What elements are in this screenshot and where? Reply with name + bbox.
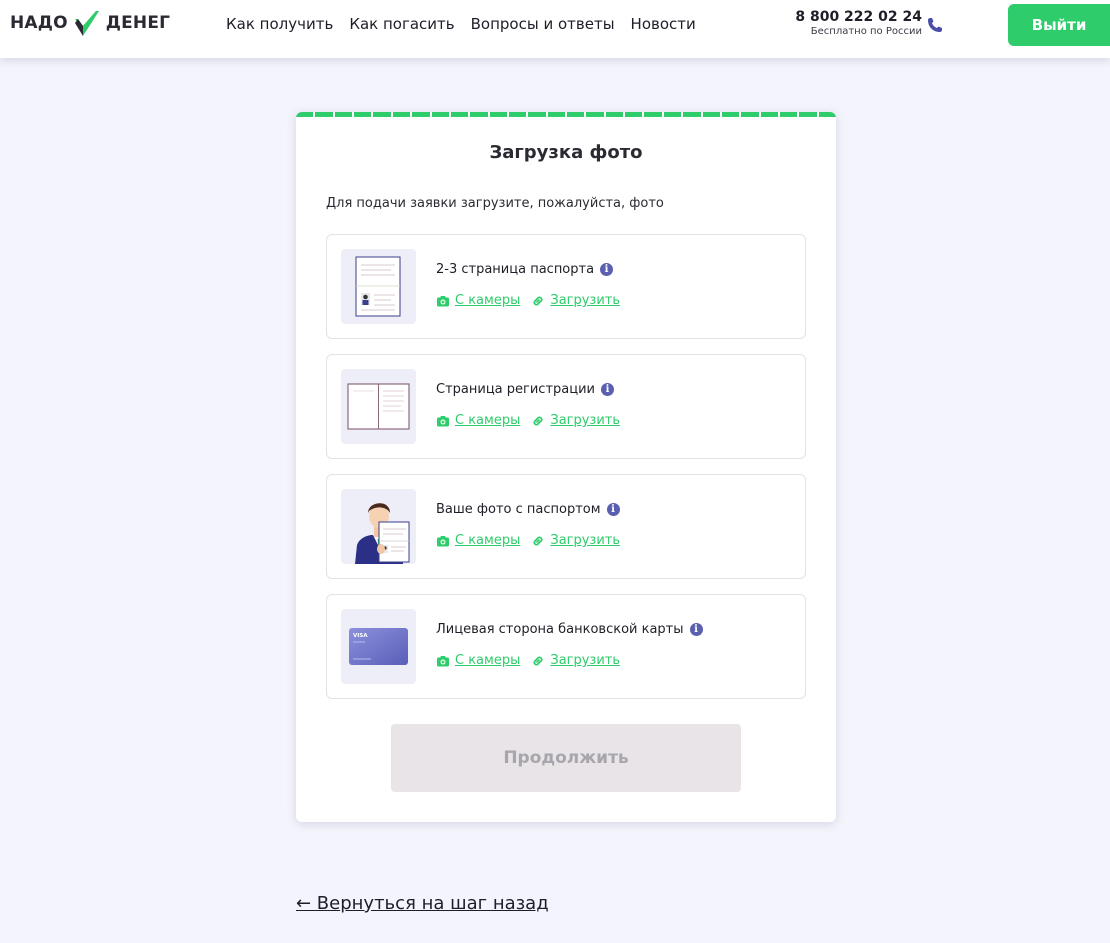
document-registration: Страница регистрации i С камеры Загрузит… (326, 354, 806, 459)
camera-link-text: С камеры (455, 293, 521, 308)
document-actions: С камеры Загрузить (436, 533, 631, 548)
info-icon[interactable]: i (600, 263, 614, 276)
document-label-text: Лицевая сторона банковской карты (436, 622, 684, 637)
info-icon[interactable]: i (606, 503, 620, 516)
camera-link[interactable]: С камеры (436, 293, 520, 308)
logo-text-right: ДЕНЕГ (105, 13, 171, 33)
camera-link-text: С камеры (455, 533, 521, 548)
document-label-text: Страница регистрации (436, 382, 595, 397)
progress-bar (296, 112, 836, 117)
page-title: Загрузка фото (489, 142, 643, 163)
document-label: Страница регистрации i (436, 382, 614, 397)
document-label-text: Ваше фото с паспортом (436, 502, 601, 517)
camera-link[interactable]: С камеры (436, 653, 520, 668)
nav-news[interactable]: Новости (631, 15, 696, 33)
site-header: НАДО ДЕНЕГ Как получить Как погасить Воп… (0, 0, 1110, 58)
document-selfie: Ваше фото с паспортом i С камеры Загрузи… (326, 474, 806, 579)
document-label: Ваше фото с паспортом i (436, 502, 620, 517)
upload-link-text: Загрузить (550, 413, 621, 428)
camera-link[interactable]: С камеры (436, 413, 520, 428)
upload-card: Загрузка фото Для подачи заявки загрузит… (296, 112, 836, 822)
document-label-text: 2-3 страница паспорта (436, 262, 595, 277)
check-logo-icon (72, 9, 102, 37)
selfie-thumbnail (341, 489, 416, 564)
link-icon (533, 416, 543, 425)
document-passport-main: 2-3 страница паспорта i С камеры Загрузи… (326, 234, 806, 339)
info-icon[interactable]: i (689, 623, 703, 636)
logout-button[interactable]: Выйти (1008, 4, 1110, 46)
nav-how-to-repay[interactable]: Как погасить (349, 15, 454, 33)
document-actions: С камеры Загрузить (436, 413, 631, 428)
upload-link[interactable]: Загрузить (531, 533, 620, 548)
bank-card-thumbnail: VISA (341, 609, 416, 684)
upload-link[interactable]: Загрузить (531, 413, 620, 428)
registration-thumbnail (341, 369, 416, 444)
camera-icon (437, 535, 449, 546)
document-label: Лицевая сторона банковской карты i (436, 622, 703, 637)
upload-link-text: Загрузить (550, 293, 621, 308)
camera-icon (437, 295, 449, 306)
phone-block: 8 800 222 02 24 Бесплатно по России (792, 9, 922, 37)
phone-caption: Бесплатно по России (810, 26, 922, 37)
passport-main-thumbnail (341, 249, 416, 324)
document-actions: С камеры Загрузить (436, 293, 631, 308)
upload-link[interactable]: Загрузить (531, 293, 620, 308)
upload-link-text: Загрузить (550, 653, 621, 668)
card-brand-text: VISA (353, 633, 368, 639)
nav-faq[interactable]: Вопросы и ответы (471, 15, 615, 33)
continue-button[interactable]: Продолжить (391, 724, 741, 792)
main-nav: Как получить Как погасить Вопросы и отве… (226, 15, 712, 33)
logo-text-left: НАДО (10, 13, 68, 33)
camera-link-text: С камеры (455, 653, 521, 668)
phone-number[interactable]: 8 800 222 02 24 (792, 9, 922, 25)
document-actions: С камеры Загрузить (436, 653, 631, 668)
nav-how-to-get[interactable]: Как получить (226, 15, 333, 33)
camera-link[interactable]: С камеры (436, 533, 520, 548)
document-bank-card: VISA Лицевая сторона банковской карты i … (326, 594, 806, 699)
camera-icon (437, 415, 449, 426)
back-link[interactable]: ← Вернуться на шаг назад (296, 893, 549, 914)
document-label: 2-3 страница паспорта i (436, 262, 614, 277)
upload-link-text: Загрузить (550, 533, 621, 548)
info-icon[interactable]: i (600, 383, 614, 396)
camera-icon (437, 655, 449, 666)
phone-icon[interactable] (926, 16, 944, 34)
page-subtitle: Для подачи заявки загрузите, пожалуйста,… (326, 196, 664, 211)
link-icon (533, 656, 543, 665)
link-icon (533, 536, 543, 545)
upload-link[interactable]: Загрузить (531, 653, 620, 668)
logo[interactable]: НАДО ДЕНЕГ (10, 9, 170, 37)
camera-link-text: С камеры (455, 413, 521, 428)
link-icon (533, 296, 543, 305)
